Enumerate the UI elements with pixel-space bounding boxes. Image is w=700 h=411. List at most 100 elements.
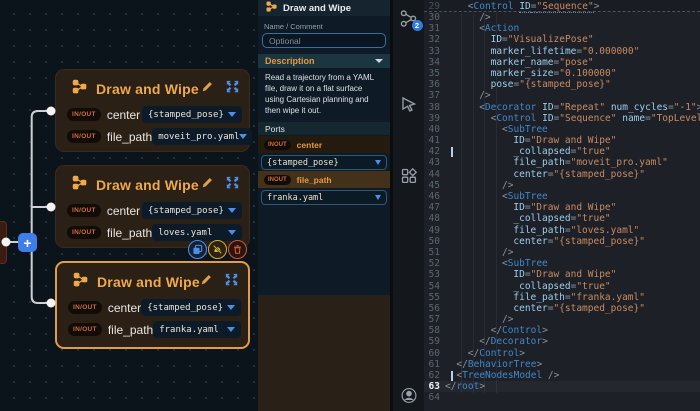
account-icon[interactable] xyxy=(400,387,417,409)
line-number[interactable]: 54 xyxy=(424,281,445,292)
line-number[interactable]: 47 xyxy=(424,202,445,213)
code-line[interactable]: 38 <Decorator ID="Repeat" num_cycles="-1"… xyxy=(424,102,700,113)
line-number[interactable]: 40 xyxy=(424,124,445,135)
code-line[interactable]: 41 ID="Draw and Wipe" xyxy=(424,135,700,146)
code-line[interactable]: 50 center="{stamped_pose}" xyxy=(424,236,700,247)
line-number[interactable]: 59 xyxy=(424,336,445,347)
line-number[interactable]: 53 xyxy=(424,269,445,280)
edit-pencil-icon[interactable] xyxy=(201,80,214,98)
mute-node-button[interactable] xyxy=(208,240,227,259)
code-line[interactable]: 52 <SubTree xyxy=(424,258,700,269)
code-line[interactable]: 43 file_path="moveit_pro.yaml" xyxy=(424,157,700,168)
copy-node-button[interactable] xyxy=(188,240,207,259)
delete-node-button[interactable] xyxy=(228,240,247,259)
description-section-header[interactable]: Description xyxy=(258,54,390,68)
line-number[interactable]: 29 xyxy=(424,0,445,13)
node-draw-and-wipe-2[interactable]: Draw and Wipe IN/OUT center {stamped_pos… xyxy=(55,165,250,248)
code-line[interactable]: 46 <SubTree xyxy=(424,191,700,202)
add-child-button[interactable]: + xyxy=(18,233,37,252)
line-number[interactable]: 31 xyxy=(424,23,445,34)
pointer-tool-icon[interactable] xyxy=(397,92,421,116)
edit-pencil-icon[interactable] xyxy=(201,176,214,194)
code-line[interactable]: 37/> xyxy=(424,90,700,101)
line-number[interactable]: 44 xyxy=(424,169,445,180)
edit-pencil-icon[interactable] xyxy=(200,273,213,291)
line-number[interactable]: 36 xyxy=(424,79,445,90)
port-row-file-path[interactable]: INOUT file_path xyxy=(258,171,390,188)
code-line[interactable]: 39<Control ID="Sequence" name="TopLevelS… xyxy=(424,113,700,124)
line-number[interactable]: 42 xyxy=(424,146,445,157)
line-number[interactable]: 63 xyxy=(424,381,445,392)
line-number[interactable]: 60 xyxy=(424,348,445,359)
code-line[interactable]: 47 ID="Draw and Wipe" xyxy=(424,202,700,213)
parent-node-stub[interactable] xyxy=(0,221,7,264)
line-number[interactable]: 45 xyxy=(424,180,445,191)
line-number[interactable]: 32 xyxy=(424,34,445,45)
code-line[interactable]: 40 <SubTree xyxy=(424,124,700,135)
line-number[interactable]: 46 xyxy=(424,191,445,202)
port-value-dropdown[interactable]: {stamped_pose} xyxy=(141,299,241,316)
line-number[interactable]: 52 xyxy=(424,258,445,269)
node-canvas[interactable]: + Draw and Wipe IN/OUT center {stamped_p… xyxy=(0,0,258,411)
code-line[interactable]: 30/> xyxy=(424,12,700,23)
line-number[interactable]: 56 xyxy=(424,303,445,314)
trees-icon[interactable]: 2 xyxy=(397,6,423,31)
line-number[interactable]: 39 xyxy=(424,113,445,124)
code-line[interactable]: 31 <Action xyxy=(424,23,700,34)
code-line[interactable]: 57/> xyxy=(424,314,700,325)
line-number[interactable]: 38 xyxy=(424,102,445,113)
code-line[interactable]: 60 </Control> xyxy=(424,348,700,359)
code-line[interactable]: 54 _collapsed="true" xyxy=(424,281,700,292)
line-number[interactable]: 55 xyxy=(424,292,445,303)
node-draw-and-wipe-1[interactable]: Draw and Wipe IN/OUT center {stamped_pos… xyxy=(55,69,253,152)
port-value-dropdown[interactable]: franka.yaml xyxy=(261,190,387,205)
sticky-context-line[interactable]: 29 <Control ID="Sequence"> xyxy=(424,0,700,13)
code-line[interactable]: 34 marker_name="pose" xyxy=(424,57,700,68)
line-number[interactable]: 43 xyxy=(424,157,445,168)
port-value-dropdown[interactable]: {stamped_pose} xyxy=(261,155,387,170)
line-number[interactable]: 49 xyxy=(424,225,445,236)
expand-subtree-icon[interactable] xyxy=(226,176,239,194)
port-value-dropdown[interactable]: moveit_pro.yaml xyxy=(152,128,253,145)
code-line[interactable]: 36 pose="{stamped_pose}" xyxy=(424,79,700,90)
code-line[interactable]: 32 ID="VisualizePose" xyxy=(424,34,700,45)
expand-subtree-icon[interactable] xyxy=(225,273,238,291)
code-line[interactable]: 55 file_path="franka.yaml" xyxy=(424,292,700,303)
line-number[interactable]: 33 xyxy=(424,46,445,57)
code-line[interactable]: 64 xyxy=(424,392,700,403)
port-value-dropdown[interactable]: franka.yaml xyxy=(153,321,241,338)
code-line[interactable]: 51/> xyxy=(424,247,700,258)
name-comment-input[interactable] xyxy=(262,33,386,48)
code-line[interactable]: 33 marker_lifetime="0.000000" xyxy=(424,46,700,57)
port-value-dropdown[interactable]: {stamped_pose} xyxy=(142,106,242,123)
code-line[interactable]: 53 ID="Draw and Wipe" xyxy=(424,269,700,280)
code-line[interactable]: 45/> xyxy=(424,180,700,191)
port-row-center[interactable]: INOUT center xyxy=(258,136,390,153)
code-line[interactable]: 61 </BehaviorTree> xyxy=(424,359,700,370)
code-line[interactable]: 42 _collapsed="true" xyxy=(424,146,700,158)
code-line[interactable]: 62 <TreeNodesModel /> xyxy=(424,370,700,381)
code-line[interactable]: 56 center="{stamped_pose}" xyxy=(424,303,700,314)
line-number[interactable]: 61 xyxy=(424,359,445,370)
models-grid-icon[interactable] xyxy=(397,164,421,188)
line-number[interactable]: 62 xyxy=(424,370,445,381)
port-value-dropdown[interactable]: {stamped_pose} xyxy=(142,202,242,219)
line-number[interactable]: 48 xyxy=(424,213,445,224)
line-number[interactable]: 35 xyxy=(424,68,445,79)
line-number[interactable]: 58 xyxy=(424,325,445,336)
line-number[interactable]: 64 xyxy=(424,392,445,403)
line-number[interactable]: 50 xyxy=(424,236,445,247)
line-number[interactable]: 51 xyxy=(424,247,445,258)
code-area[interactable]: 29 <Control ID="Sequence"> 30/> 31 <Action 3… xyxy=(424,0,700,411)
node-draw-and-wipe-3[interactable]: Draw and Wipe IN/OUT center {stamped_pos… xyxy=(55,261,250,349)
port-value-dropdown[interactable]: loves.yaml xyxy=(152,224,242,241)
code-line[interactable]: 59 </Decorator> xyxy=(424,336,700,347)
line-number[interactable]: 37 xyxy=(424,90,445,101)
code-line[interactable]: 63 </root> xyxy=(424,381,700,392)
code-line[interactable]: 48 _collapsed="true" xyxy=(424,213,700,224)
code-line[interactable]: 49 file_path="loves.yaml" xyxy=(424,225,700,236)
line-number[interactable]: 41 xyxy=(424,135,445,146)
line-number[interactable]: 34 xyxy=(424,57,445,68)
expand-subtree-icon[interactable] xyxy=(226,80,239,98)
code-line[interactable]: 58 </Control> xyxy=(424,325,700,336)
